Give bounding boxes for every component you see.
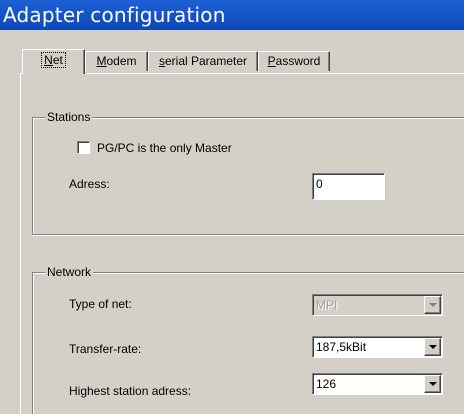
stations-group: Stations	[32, 110, 464, 235]
network-legend: Network	[45, 265, 94, 279]
address-label: Adress:	[69, 177, 110, 191]
address-input[interactable]: 0	[312, 173, 385, 200]
type-of-net-dropdown-button[interactable]	[424, 296, 441, 314]
tab-password-label: Password	[267, 54, 321, 68]
highest-station-dropdown-button[interactable]	[424, 375, 441, 393]
stations-legend: Stations	[45, 110, 93, 124]
transfer-rate-value: 187,5kBit	[316, 340, 367, 354]
transfer-rate-select[interactable]: 187,5kBit	[312, 336, 443, 358]
window-title: Adapter configuration	[3, 3, 226, 27]
type-of-net-value: MPI	[316, 298, 338, 312]
type-of-net-label: Type of net:	[69, 297, 132, 311]
tab-serial-parameter[interactable]: serial Parameter	[148, 51, 258, 71]
only-master-label[interactable]: PG/PC is the only Master	[97, 141, 232, 155]
tab-net-label: Net	[41, 52, 66, 68]
type-of-net-select[interactable]: MPI	[312, 294, 443, 316]
transfer-rate-label: Transfer-rate:	[69, 342, 142, 356]
tab-modem[interactable]: Modem	[85, 51, 148, 71]
highest-station-select[interactable]: 126	[312, 373, 443, 395]
tab-serial-parameter-label: serial Parameter	[158, 54, 248, 68]
highest-station-label: Highest station adress:	[69, 384, 192, 398]
tab-modem-label: Modem	[96, 54, 137, 68]
chevron-down-icon	[429, 303, 437, 307]
tab-net[interactable]: Net	[22, 49, 85, 74]
only-master-checkbox[interactable]	[77, 141, 90, 154]
tab-password[interactable]: Password	[258, 51, 330, 71]
transfer-rate-dropdown-button[interactable]	[424, 338, 441, 356]
highest-station-value: 126	[316, 377, 337, 391]
address-value: 0	[316, 177, 323, 191]
chevron-down-icon	[429, 382, 437, 386]
chevron-down-icon	[429, 345, 437, 349]
title-bar: Adapter configuration	[0, 0, 464, 30]
